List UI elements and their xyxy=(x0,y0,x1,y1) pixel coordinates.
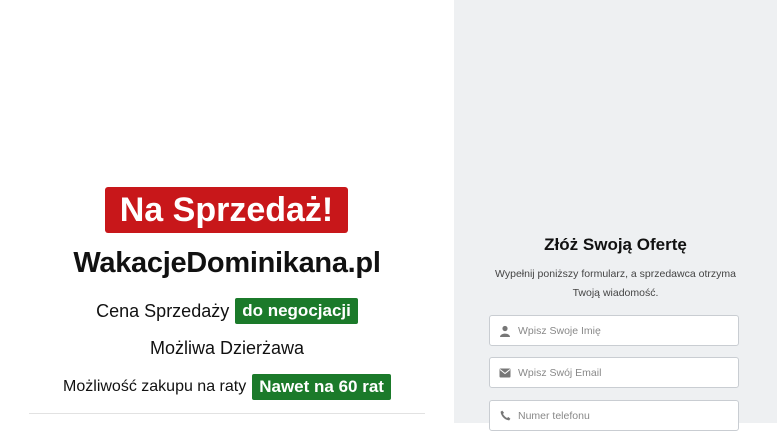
lease-row: Możliwa Dzierżawa xyxy=(0,338,454,359)
phone-icon xyxy=(492,410,518,421)
price-value-badge: do negocjacji xyxy=(235,298,358,324)
installments-badge: Nawet na 60 rat xyxy=(252,374,391,400)
for-sale-badge: Na Sprzedaż! xyxy=(105,187,348,233)
email-input[interactable] xyxy=(518,366,718,379)
offer-form-title: Złóż Swoją Ofertę xyxy=(544,235,687,254)
offer-form-subtitle: Wypełnij poniższy formularz, a sprzedawc… xyxy=(495,268,736,299)
name-input[interactable] xyxy=(518,324,718,337)
envelope-icon xyxy=(492,368,518,378)
phone-input[interactable] xyxy=(518,409,718,422)
domain-name: WakacjeDominikana.pl xyxy=(73,247,381,279)
listing-panel: Na Sprzedaż! WakacjeDominikana.pl Cena S… xyxy=(0,0,454,423)
phone-field[interactable] xyxy=(489,400,739,431)
price-row: Cena Sprzedaży do negocjacji xyxy=(0,298,454,324)
user-icon xyxy=(492,325,518,337)
email-field[interactable] xyxy=(489,357,739,388)
lease-label: Możliwa Dzierżawa xyxy=(149,338,305,358)
installments-label: Możliwość zakupu na raty xyxy=(63,378,247,395)
name-field[interactable] xyxy=(489,315,739,346)
divider xyxy=(29,413,425,414)
price-label: Cena Sprzedaży xyxy=(96,300,230,321)
installments-row: Możliwość zakupu na raty Nawet na 60 rat xyxy=(0,374,454,400)
